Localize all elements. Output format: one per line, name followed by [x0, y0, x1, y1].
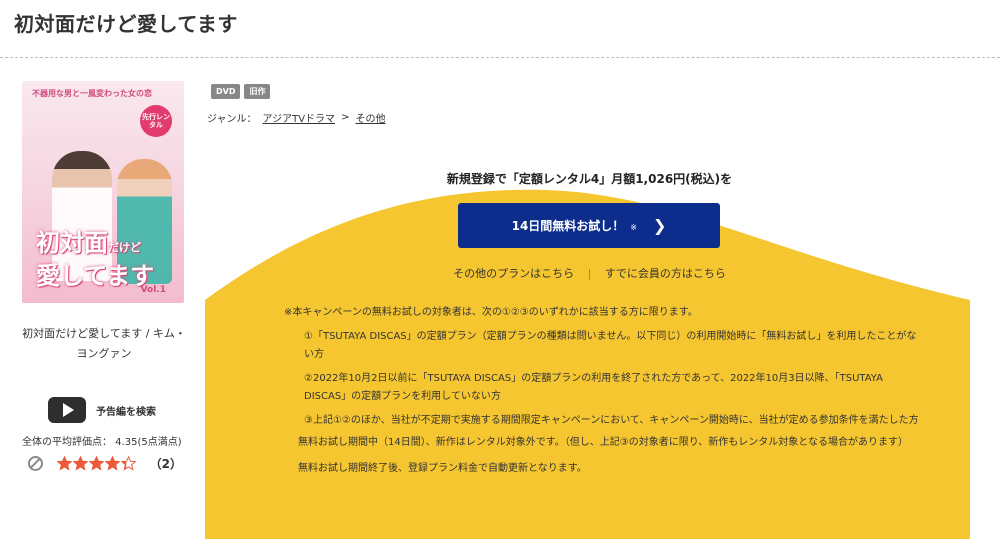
notes-trial-period: 無料お試し期間中（14日間）、新作はレンタル対象外です。（但し、上記③の対象者に…: [298, 437, 908, 448]
notes-condition-1: ①「TSUTAYA DISCAS」の定額プラン（定額プランの種類は問いません。以…: [304, 331, 917, 360]
poster-volume: Vol.1: [140, 285, 166, 295]
not-interested-icon[interactable]: [28, 456, 43, 471]
footnote-mark: ※: [630, 223, 637, 232]
poster-title: 初対面だけど 愛してます: [36, 229, 176, 290]
free-trial-button[interactable]: 14日間無料お試し！ ※ ❯: [458, 203, 720, 248]
other-plans-link[interactable]: その他のプランはこちら: [453, 267, 574, 280]
review-count[interactable]: （2）: [150, 455, 182, 472]
genre-link-asian-tv-drama[interactable]: アジアTVドラマ: [263, 110, 336, 125]
star-icon: [89, 456, 104, 471]
tag-dvd: DVD: [211, 84, 241, 99]
free-trial-label: 14日間無料お試し！: [511, 219, 625, 233]
dvd-cover-image[interactable]: 不器用な男と一風変わった女の恋 先行レンタル 初対面だけど 愛してます Vol.…: [22, 81, 184, 303]
tag-old-release: 旧作: [244, 84, 271, 99]
tag-list: DVD 旧作: [211, 84, 271, 99]
star-icon: [105, 456, 120, 471]
star-rating: [57, 456, 136, 471]
trailer-search-label: 予告編を検索: [96, 406, 156, 418]
notes-condition-3: ③上記①②のほか、当社が不定期で実施する期間限定キャンペーンにおいて、キャンペー…: [304, 415, 919, 426]
divider: [0, 57, 1000, 58]
chevron-right-icon: ❯: [653, 216, 667, 235]
poster-badge: 先行レンタル: [140, 105, 172, 137]
notes-condition-2: ②2022年10月2日以前に「TSUTAYA DISCAS」の定額プランの利用を…: [304, 373, 883, 402]
rating-row: （2）: [28, 455, 188, 472]
genre-link-other[interactable]: その他: [355, 110, 385, 125]
trailer-search-button[interactable]: 予告編を検索: [48, 397, 156, 423]
genre-label: ジャンル：: [207, 114, 257, 125]
poster-title-line1: 初対面: [36, 229, 108, 257]
plan-links: その他のプランはこちら | すでに会員の方はこちら: [207, 265, 972, 281]
average-rating: 全体の平均評価点： 4.35(5点満点): [22, 437, 182, 448]
star-icon: [121, 456, 136, 471]
link-separator: |: [587, 267, 592, 280]
page-title: 初対面だけど愛してます: [14, 12, 238, 36]
member-login-link[interactable]: すでに会員の方はこちら: [605, 267, 726, 280]
play-icon: [48, 397, 86, 423]
star-icon: [73, 456, 88, 471]
item-caption: 初対面だけど愛してます / キム・ヨングァン: [22, 327, 186, 360]
campaign-notes: ※本キャンペーンの無料お試しの対象者は、次の①②③のいずれかに該当する方に限りま…: [284, 304, 924, 478]
notes-intro: ※本キャンペーンの無料お試しの対象者は、次の①②③のいずれかに該当する方に限りま…: [284, 307, 698, 318]
genre-breadcrumb: ジャンル： アジアTVドラマ > その他: [207, 110, 385, 125]
poster-tagline: 不器用な男と一風変わった女の恋: [32, 89, 152, 98]
promo-headline: 新規登録で「定額レンタル4」月額1,026円(税込)を: [446, 172, 733, 186]
poster-title-line2: 愛してます: [36, 262, 155, 290]
genre-separator: >: [341, 112, 350, 123]
notes-auto-renewal: 無料お試し期間終了後、登録プラン料金で自動更新となります。: [298, 463, 587, 474]
poster-title-small: だけど: [108, 241, 141, 254]
star-icon: [57, 456, 72, 471]
